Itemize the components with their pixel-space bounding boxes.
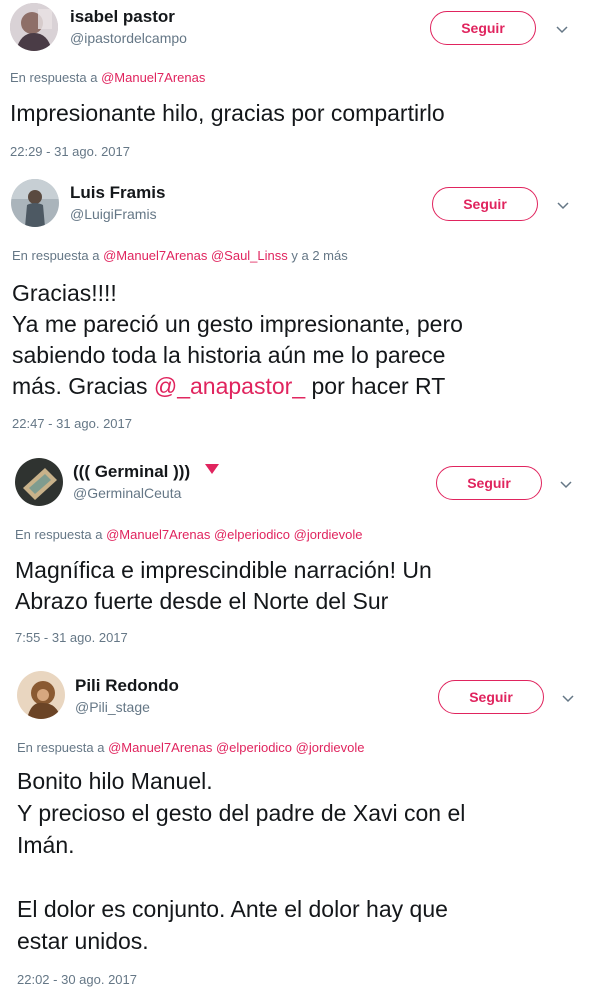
reply-prefix: En respuesta a (10, 70, 98, 85)
follow-button[interactable]: Seguir (436, 466, 542, 500)
user-handle[interactable]: @LuigiFramis (70, 206, 157, 222)
reply-prefix: En respuesta a (15, 527, 103, 542)
follow-button[interactable]: Seguir (432, 187, 538, 221)
avatar[interactable] (11, 179, 59, 227)
mention-link[interactable]: @Manuel7Arenas (101, 70, 205, 85)
timestamp[interactable]: 22:47 - 31 ago. 2017 (12, 416, 132, 431)
chevron-down-icon[interactable] (555, 197, 571, 213)
user-handle[interactable]: @Pili_stage (75, 699, 150, 715)
tweet-2: Luis Framis @LuigiFramis Seguir En respu… (0, 170, 593, 445)
tweet-4: Pili Redondo @Pili_stage Seguir En respu… (0, 660, 593, 1006)
mention-link[interactable]: @Saul_Linss (211, 248, 288, 263)
timestamp[interactable]: 22:02 - 30 ago. 2017 (17, 972, 137, 987)
reply-context: En respuesta a @Manuel7Arenas @elperiodi… (17, 740, 365, 755)
tweet-3: ((( Germinal ))) @GerminalCeuta Seguir E… (0, 445, 593, 660)
tweet-text: Magnífica e imprescindible narración! Un… (15, 557, 432, 614)
chevron-down-icon[interactable] (558, 476, 574, 492)
mention-link[interactable]: @jordievole (294, 527, 363, 542)
chevron-down-icon[interactable] (554, 21, 570, 37)
tweet-text: Impresionante hilo, gracias por comparti… (10, 100, 445, 126)
user-name[interactable]: ((( Germinal ))) (73, 462, 190, 482)
tweet-text-part: por hacer RT (305, 373, 446, 399)
follow-button[interactable]: Seguir (438, 680, 544, 714)
user-name[interactable]: Pili Redondo (75, 676, 179, 696)
tweet-1: isabel pastor @ipastordelcampo Seguir En… (0, 0, 593, 170)
avatar-image (10, 3, 58, 51)
avatar-image (17, 671, 65, 719)
mention-link[interactable]: @elperiodico (216, 740, 292, 755)
reply-context: En respuesta a @Manuel7Arenas @Saul_Lins… (12, 248, 348, 263)
reply-context: En respuesta a @Manuel7Arenas (10, 70, 205, 85)
mention-link[interactable]: @_anapastor_ (154, 373, 305, 399)
avatar-image (15, 458, 63, 506)
follow-button[interactable]: Seguir (430, 11, 536, 45)
timestamp[interactable]: 7:55 - 31 ago. 2017 (15, 630, 128, 645)
tweet-text: Bonito hilo Manuel. Y precioso el gesto … (17, 768, 466, 954)
mention-link[interactable]: @elperiodico (214, 527, 290, 542)
reply-suffix[interactable]: y a 2 más (291, 248, 347, 263)
user-handle[interactable]: @ipastordelcampo (70, 30, 187, 46)
chevron-down-icon[interactable] (560, 690, 576, 706)
mention-link[interactable]: @Manuel7Arenas (108, 740, 212, 755)
user-handle[interactable]: @GerminalCeuta (73, 485, 181, 501)
timestamp[interactable]: 22:29 - 31 ago. 2017 (10, 144, 130, 159)
reply-prefix: En respuesta a (12, 248, 100, 263)
avatar[interactable] (10, 3, 58, 51)
mention-link[interactable]: @jordievole (296, 740, 365, 755)
avatar[interactable] (17, 671, 65, 719)
mention-link[interactable]: @Manuel7Arenas (103, 248, 207, 263)
red-triangle-icon (205, 464, 219, 474)
user-name[interactable]: isabel pastor (70, 7, 175, 27)
mention-link[interactable]: @Manuel7Arenas (106, 527, 210, 542)
avatar-image (11, 179, 59, 227)
user-name[interactable]: Luis Framis (70, 183, 165, 203)
reply-prefix: En respuesta a (17, 740, 105, 755)
tweet-text: Gracias!!!! Ya me pareció un gesto impre… (12, 278, 463, 402)
reply-context: En respuesta a @Manuel7Arenas @elperiodi… (15, 527, 363, 542)
avatar[interactable] (15, 458, 63, 506)
